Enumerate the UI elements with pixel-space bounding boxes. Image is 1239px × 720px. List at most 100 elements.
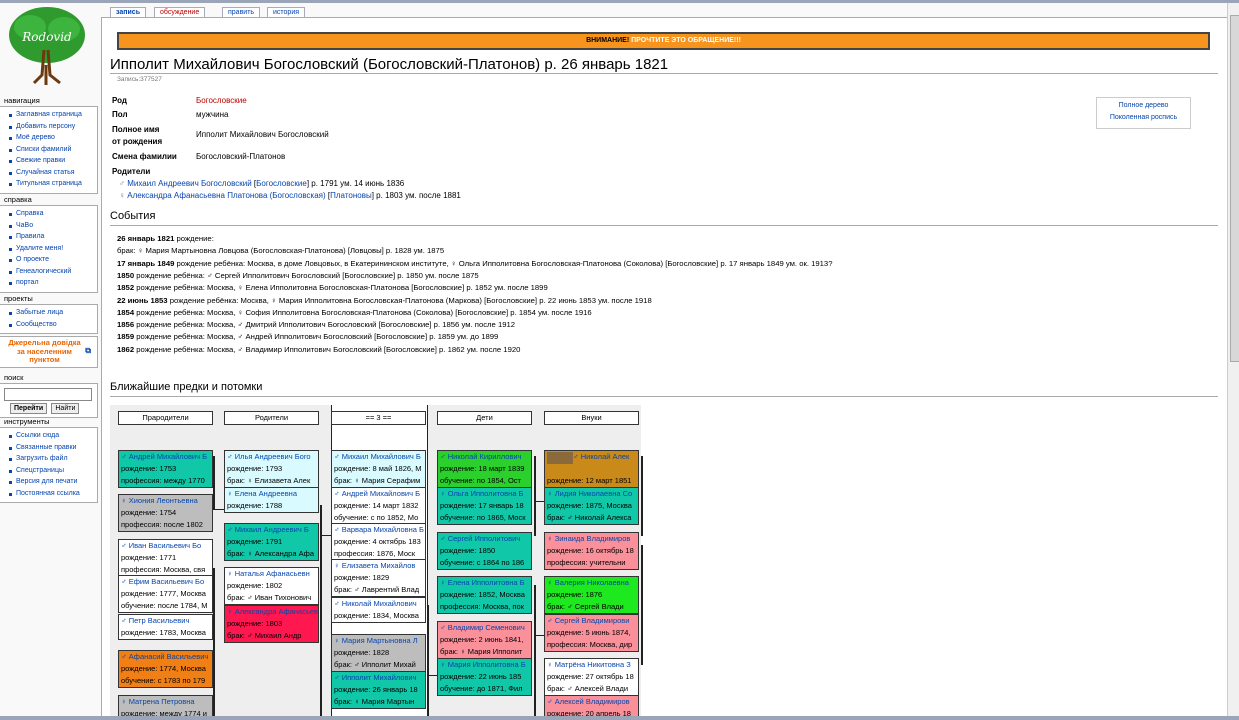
tab-edit[interactable]: править [222,7,261,17]
nav-item[interactable]: Случайная статья [0,167,97,179]
tab-discussion[interactable]: обсуждение [154,7,206,17]
nav-item[interactable]: Титульная страница [0,178,97,190]
parent-clan-link[interactable]: Платоновы [330,191,372,200]
tree-person-name[interactable]: ♀ Валерия Николаевна [545,577,638,589]
parent-name-link[interactable]: Александра Афанасьевна Платонова (Богосл… [127,191,325,200]
tree-person-name[interactable]: ♀ Хиония Леонтьевна [119,495,212,507]
tree-person-name[interactable]: ♀ Наталья Афанасьевн [225,568,318,580]
help-item[interactable]: Удалите меня! [0,243,97,255]
parent-clan-link[interactable]: Богословские [256,179,307,188]
tree-person-name[interactable]: ♀ Елизавета Михайлов [332,560,425,572]
tab-history[interactable]: история [267,7,306,17]
full-tree-link[interactable]: Полное дерево [1097,100,1190,112]
help-item[interactable]: портал [0,277,97,289]
tree-card-child[interactable]: ♀ Ольга Ипполитовна Брождение: 17 январь… [437,487,532,525]
tree-person-name[interactable]: ♀ Матрёна Никитовна З [545,659,638,671]
nav-item[interactable]: Добавить персону [0,121,97,133]
tree-card-child[interactable]: ♂ Сергей Ипполитович рождение: 1850 обучен… [437,532,532,570]
tools-item[interactable]: Загрузить файл [0,453,97,465]
tree-card-grandchild[interactable]: ♀ Зинаида Владимиров рождение: 16 октябрь… [544,532,639,570]
tree-person-name[interactable]: ♂ Сергей Ипполитович [438,533,531,545]
tree-card-grandchild[interactable]: ♀ Лидия Николаевна Со рождение: 1875, Мос… [544,487,639,525]
help-item[interactable]: Генеалогический [0,266,97,278]
tree-card-sibling[interactable]: ♂ Михаил Михайлович Брождение: 8 май 182… [331,450,426,488]
tools-item[interactable]: Версия для печати [0,476,97,488]
tree-card-parent[interactable]: ♀ Елена Андреевна рождение: 1788 [224,487,319,513]
tree-card-child[interactable]: ♂ Николай Кириллович рождение: 18 март 18… [437,450,532,488]
tree-person-name[interactable]: ♂ Михаил Михайлович Б [332,451,425,463]
projects-item[interactable]: Сообщество [0,319,97,331]
tree-card-grandparent[interactable]: ♂ Иван Васильевич Бо рождение: 1771 профес… [118,539,213,577]
tree-card-sibling[interactable]: ♂ Андрей Михайлович Брождение: 14 март 1… [331,487,426,525]
tree-card-grandchild[interactable]: ♀ Валерия Николаевна рождение: 1876 брак: … [544,576,639,614]
tree-card-sibling[interactable]: ♀ Мария Мартыновна Лрождение: 1828 брак: … [331,634,426,672]
tools-item[interactable]: Ссылки сюда [0,430,97,442]
tree-card-grandchild[interactable]: ♂ Николай Алек рождение: 12 март 1851 [544,450,639,489]
tree-card-parent[interactable]: ♂ Михаил Андреевич Брождение: 1791 брак: … [224,523,319,561]
tree-card-grandchild[interactable]: ♀ Матрёна Никитовна Зрождение: 27 октябр… [544,658,639,696]
generation-list-link[interactable]: Поколенная роспись [1097,112,1190,124]
tab-record[interactable]: запись [110,7,147,17]
tree-card-child[interactable]: ♀ Елена Ипполитовна Брождение: 1852, Мос… [437,576,532,614]
tree-person-name[interactable]: ♂ Варвара Михайловна Б [332,524,425,536]
page-scrollbar[interactable] [1227,3,1239,716]
tree-person-name[interactable]: ♂ Петр Васильевич [119,615,212,627]
tree-person-name[interactable]: ♀ Зинаида Владимиров [545,533,638,545]
dzherelna-link[interactable]: Джерельна довідка за населенним пунктом … [0,336,98,368]
notice-link[interactable]: ПРОЧТИТЕ ЭТО ОБРАЩЕНИЕ!!! [631,37,741,44]
tree-card-grandparent[interactable]: ♂ Ефим Васильевич Бо рождение: 1777, Моск… [118,575,213,613]
help-item[interactable]: Справка [0,208,97,220]
tools-item[interactable]: Спецстраницы [0,465,97,477]
search-button[interactable]: Найти [51,403,80,414]
tree-card-sibling[interactable]: ♀ Елизавета Михайлов рождение: 1829 брак: … [331,559,426,597]
go-button[interactable]: Перейти [10,403,48,414]
tree-person-name[interactable]: ♂ Михаил Андреевич Б [225,524,318,536]
tree-person-name[interactable]: ♀ Лидия Николаевна Со [545,488,638,500]
tree-person-name[interactable]: ♀ Ольга Ипполитовна Б [438,488,531,500]
tree-card-grandparent[interactable]: ♂ Петр Васильевич рождение: 1783, Москва [118,614,213,640]
help-item[interactable]: ЧаВо [0,220,97,232]
search-input[interactable] [4,388,92,401]
tree-person-name[interactable]: ♂ Илья Андреевич Бого [225,451,318,463]
tree-card-grandparent[interactable]: ♀ Хиония Леонтьевна рождение: 1754 професс… [118,494,213,532]
tree-card-child[interactable]: ♀ Мария Ипполитовна Брождение: 22 июнь 1… [437,658,532,696]
rod-value[interactable]: Богословские [196,95,247,107]
scrollbar-thumb[interactable] [1230,15,1239,362]
tree-person-name[interactable]: ♂ Иван Васильевич Бо [119,540,212,552]
tree-person-name[interactable]: ♂ Владимир Семенович [438,622,531,634]
parent-name-link[interactable]: Михаил Андреевич Богословский [127,179,251,188]
rodovid-logo[interactable]: Rodovid [4,5,90,87]
nav-item[interactable]: Моё дерево [0,132,97,144]
tree-person-name[interactable]: ♂ Сергей Владимирови [545,615,638,627]
tree-card-parent[interactable]: ♀ Александра Афанасьевна рождение: 1803 бр… [224,605,319,643]
tree-person-name[interactable]: ♂ Николай Кириллович [438,451,531,463]
tree-person-name[interactable]: ♂ Афанасий Васильевич [119,651,212,663]
tree-person-name[interactable]: ♂ Ефим Васильевич Бо [119,576,212,588]
tools-item[interactable]: Постоянная ссылка [0,488,97,500]
tree-person-name[interactable]: ♂ Андрей Михайлович Б [332,488,425,500]
tree-card-child[interactable]: ♂ Владимир Семенович рождение: 2 июнь 184… [437,621,532,659]
tree-card-parent[interactable]: ♂ Илья Андреевич Бого рождение: 1793 брак:… [224,450,319,488]
tree-person-name[interactable]: ♂ Алексей Владимиров [545,696,638,708]
nav-item[interactable]: Списки фамилий [0,144,97,156]
nav-item[interactable]: Свежие правки [0,155,97,167]
tree-person-name[interactable]: ♂ Николай Михайлович [332,598,425,610]
tree-card-grandparent[interactable]: ♂ Афанасий Васильевич рождение: 1774, Мос… [118,650,213,688]
tree-card-sibling[interactable]: ♂ Ипполит Михайлович рождение: 26 январь … [331,671,426,709]
tree-card-parent[interactable]: ♀ Наталья Афанасьевн рождение: 1802 брак: … [224,567,319,605]
tree-person-name[interactable]: ♀ Елена Ипполитовна Б [438,577,531,589]
tree-card-grandparent[interactable]: ♂ Андрей Михайлович Брождение: 1753 профе… [118,450,213,488]
tree-person-name[interactable]: ♀ Александра Афанасьевна [225,606,318,618]
projects-item[interactable]: Забытые лица [0,307,97,319]
tree-person-name[interactable]: ♂ Ипполит Михайлович [332,672,425,684]
help-item[interactable]: О проекте [0,254,97,266]
help-item[interactable]: Правила [0,231,97,243]
tree-person-name[interactable]: ♀ Елена Андреевна [225,488,318,500]
tree-card-sibling[interactable]: ♂ Николай Михайлович рождение: 1834, Моск… [331,597,426,623]
tree-card-grandchild[interactable]: ♂ Сергей Владимирови рождение: 5 июнь 187… [544,614,639,652]
tree-person-name[interactable]: ♀ Мария Мартыновна Л [332,635,425,647]
tools-item[interactable]: Связанные правки [0,442,97,454]
tree-person-name[interactable]: ♀ Матрена Петровна [119,696,212,708]
tree-person-name[interactable]: ♂ Андрей Михайлович Б [119,451,212,463]
nav-item[interactable]: Заглавная страница [0,109,97,121]
